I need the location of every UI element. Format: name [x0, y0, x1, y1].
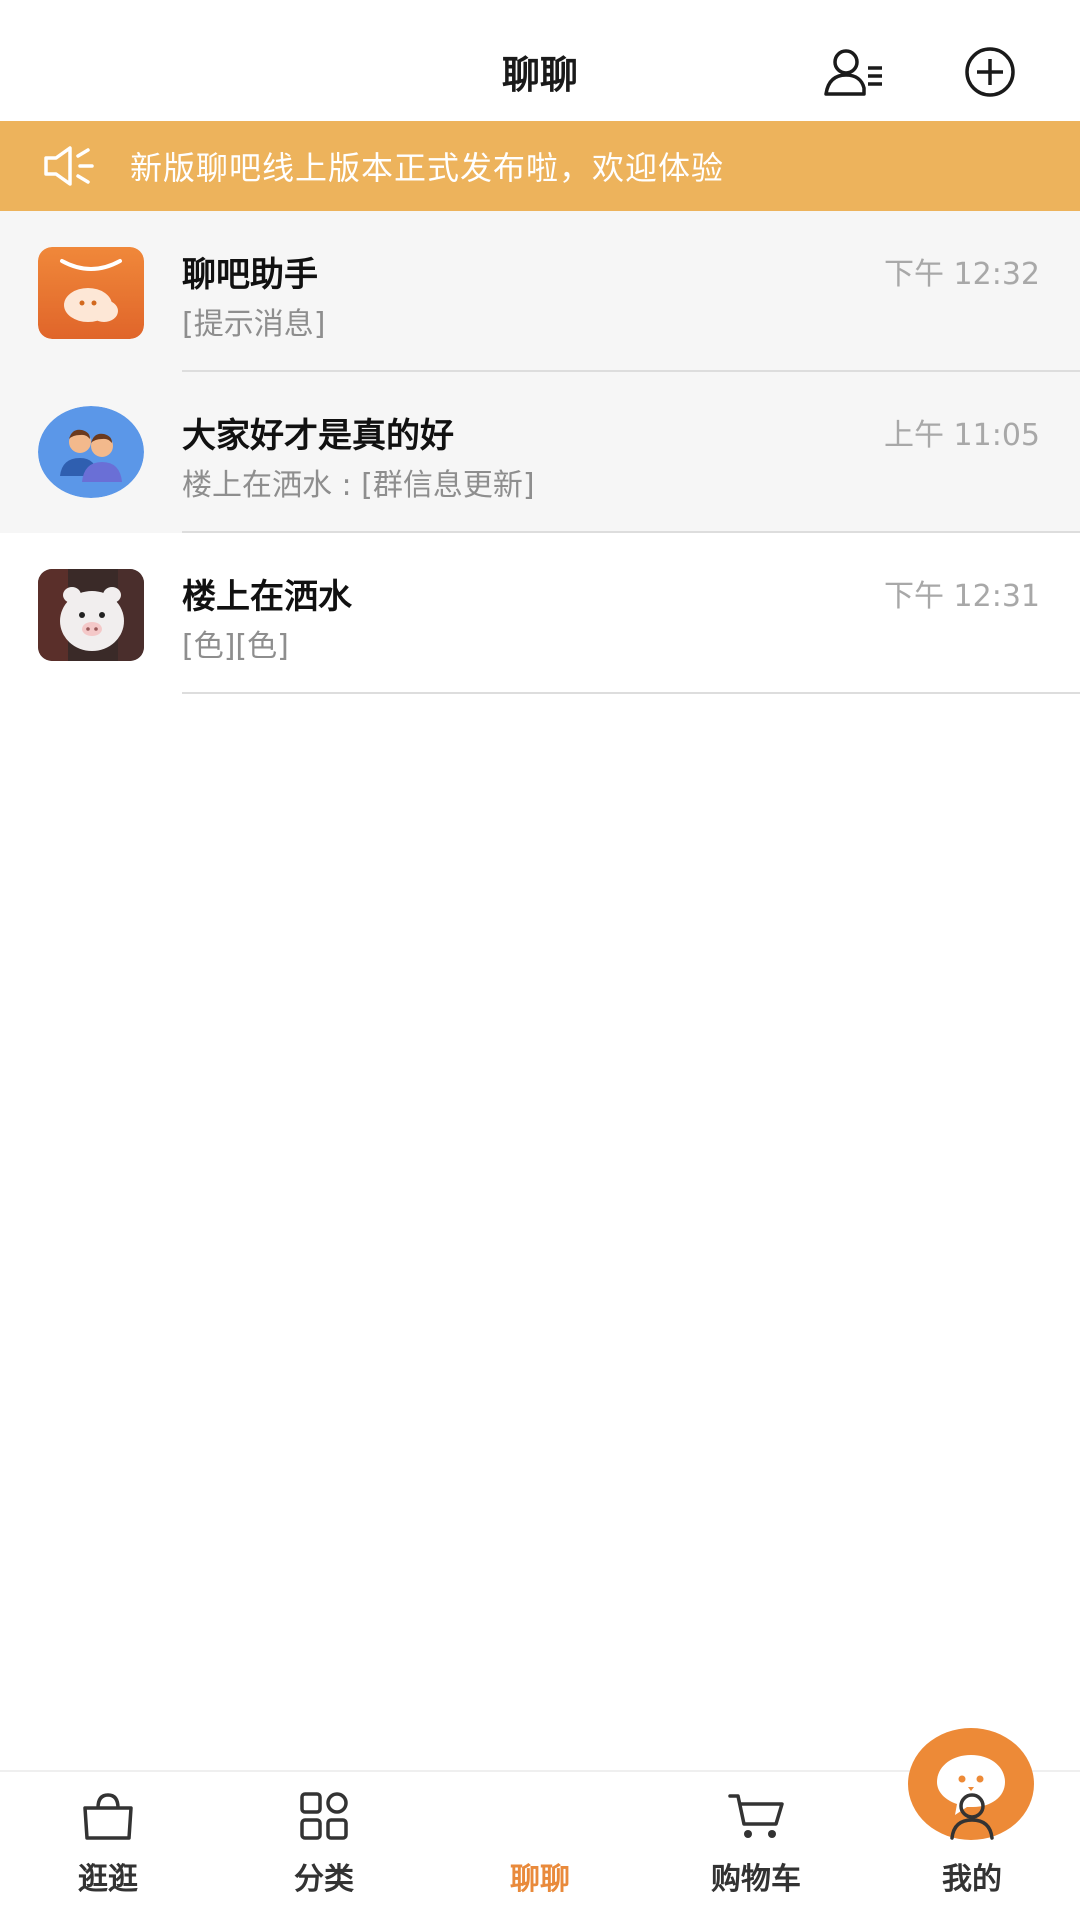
conversation-preview: [色][色] — [182, 629, 289, 664]
conversation-name: 楼上在洒水 — [182, 577, 352, 617]
user-photo-avatar — [38, 569, 144, 661]
person-icon — [940, 1786, 1004, 1846]
cart-icon — [724, 1786, 788, 1846]
contacts-button[interactable] — [818, 40, 890, 104]
conversation-preview: 楼上在洒水 : [群信息更新] — [182, 468, 535, 503]
tab-me[interactable]: 我的 — [864, 1772, 1080, 1920]
tab-chat[interactable]: 聊聊 — [432, 1728, 1034, 1920]
conversation-time: 下午 12:31 — [884, 579, 1040, 614]
add-button[interactable] — [954, 40, 1026, 104]
assistant-app-icon — [38, 247, 144, 339]
page-title: 聊聊 — [501, 53, 578, 97]
tab-browse[interactable]: 逛逛 — [0, 1772, 216, 1920]
conversation-name: 大家好才是真的好 — [182, 416, 454, 456]
tab-label: 分类 — [294, 1862, 354, 1897]
announcement-text: 新版聊吧线上版本正式发布啦，欢迎体验 — [130, 149, 725, 187]
shopping-bag-icon — [76, 1786, 140, 1846]
conversation-time: 上午 11:05 — [884, 418, 1040, 453]
tab-label: 逛逛 — [78, 1862, 138, 1897]
contacts-list-icon — [824, 49, 882, 96]
conversation-time: 下午 12:32 — [884, 257, 1040, 292]
conversation-row[interactable]: 聊吧助手 [提示消息] 下午 12:32 — [0, 211, 1080, 372]
tab-label: 聊聊 — [510, 1862, 570, 1897]
plus-circle-icon — [965, 47, 1015, 97]
speaker-icon — [42, 144, 98, 188]
group-avatar-icon — [38, 406, 144, 498]
grid-icon — [292, 1786, 356, 1846]
row-divider — [182, 692, 1080, 694]
announcement-bar[interactable]: 新版聊吧线上版本正式发布啦，欢迎体验 — [0, 121, 1080, 211]
conversation-name: 聊吧助手 — [182, 255, 318, 295]
bottom-tab-bar: 逛逛 分类 聊聊 购物车 我的 — [0, 1728, 1080, 1920]
tab-label: 我的 — [942, 1862, 1002, 1897]
tab-category[interactable]: 分类 — [216, 1772, 432, 1920]
conversation-row[interactable]: 大家好才是真的好 楼上在洒水 : [群信息更新] 上午 11:05 — [0, 372, 1080, 533]
tab-cart[interactable]: 购物车 — [648, 1772, 864, 1920]
top-nav-bar: 聊聊 — [0, 0, 1080, 121]
conversation-row[interactable]: 楼上在洒水 [色][色] 下午 12:31 — [0, 533, 1080, 694]
chat-screen: 聊聊 新版聊吧线上版本正式发布啦，欢迎体验 聊吧助手 [提示消息] 下午 12:… — [0, 0, 1080, 1920]
conversation-list: 聊吧助手 [提示消息] 下午 12:32 大家好才是真的好 楼上在洒水 : [群… — [0, 211, 1080, 694]
tab-label: 购物车 — [711, 1862, 801, 1897]
conversation-preview: [提示消息] — [182, 307, 326, 342]
